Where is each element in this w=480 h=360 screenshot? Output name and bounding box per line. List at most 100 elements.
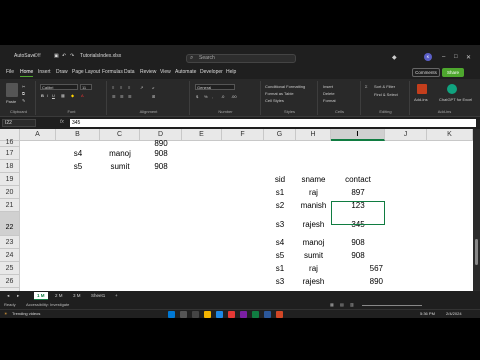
cell[interactable]: s5 [56, 162, 100, 171]
cell[interactable]: s3 [264, 277, 296, 286]
bold-icon[interactable]: B [41, 93, 44, 98]
cell[interactable]: raj [296, 188, 331, 197]
cell[interactable]: sumit [296, 251, 331, 260]
tab-help[interactable]: Help [226, 69, 236, 75]
sheet-nav-prev-icon[interactable]: ◂ [4, 292, 12, 300]
teams-icon[interactable] [240, 311, 247, 318]
chatgpt-button[interactable]: ChatGPT for Excel [439, 97, 472, 102]
cell[interactable]: manoj [100, 149, 140, 158]
page-layout-icon[interactable]: ▤ [340, 301, 344, 309]
name-box[interactable]: I22 [2, 119, 36, 127]
tab-data[interactable]: Data [124, 69, 135, 75]
weather-icon[interactable]: ☀ [4, 311, 8, 316]
row-header[interactable]: 23 [0, 236, 20, 249]
sort-filter-button[interactable]: Sort & Filter [374, 84, 395, 89]
excel-icon[interactable] [252, 311, 259, 318]
cell[interactable]: 908 [140, 162, 182, 171]
col-header[interactable]: H [296, 129, 331, 141]
font-color-icon[interactable]: A [81, 93, 84, 98]
tab-view[interactable]: View [160, 69, 171, 75]
cell[interactable]: rajesh [296, 220, 331, 229]
tab-review[interactable]: Review [140, 69, 156, 75]
format-button[interactable]: Format [323, 98, 336, 103]
tab-insert[interactable]: Insert [38, 69, 51, 75]
page-break-icon[interactable]: ▥ [350, 301, 354, 309]
cell[interactable]: 908 [331, 238, 385, 247]
cell[interactable]: s4 [264, 238, 296, 247]
row-header[interactable]: 17 [0, 147, 20, 160]
worksheet-grid[interactable]: A B C D E F G H I J K 16 17 18 19 20 21 … [0, 129, 473, 291]
addins-icon[interactable] [417, 84, 427, 94]
comments-button[interactable]: Comments [412, 68, 440, 77]
col-header[interactable]: K [427, 129, 473, 141]
cell[interactable]: 890 [331, 277, 383, 286]
tab-automate[interactable]: Automate [175, 69, 196, 75]
row-header[interactable]: 25 [0, 262, 20, 275]
align-top-icon[interactable]: ≡ [112, 85, 114, 90]
row-header[interactable]: 19 [0, 173, 20, 186]
tab-developer[interactable]: Developer [200, 69, 223, 75]
align-bottom-icon[interactable]: ≡ [128, 85, 130, 90]
share-button[interactable]: Share [442, 68, 464, 77]
sheet-tab-1m[interactable]: 1 M [34, 292, 48, 300]
number-format-select[interactable]: General [195, 84, 235, 90]
cell[interactable]: sname [296, 175, 331, 184]
clock-date[interactable]: 2/4/2024 [446, 311, 462, 316]
merge-icon[interactable]: ⊞ [152, 94, 155, 99]
underline-icon[interactable]: U [52, 93, 55, 98]
close-icon[interactable]: ✕ [466, 54, 471, 61]
find-select-button[interactable]: Find & Select [374, 92, 398, 97]
tab-page-layout[interactable]: Page Layout [72, 69, 100, 75]
paste-icon[interactable] [6, 83, 18, 97]
cell[interactable]: s5 [264, 251, 296, 260]
align-left-icon[interactable]: ☰ [112, 94, 116, 99]
tab-formulas[interactable]: Formulas [102, 69, 123, 75]
format-painter-icon[interactable]: ✎ [22, 98, 25, 103]
comma-icon[interactable]: , [212, 94, 213, 99]
add-sheet-button[interactable]: + [112, 292, 121, 300]
start-icon[interactable] [168, 311, 175, 318]
search-box[interactable]: ⌕ Search [186, 54, 296, 63]
col-header[interactable]: A [20, 129, 56, 141]
cell[interactable]: manish [296, 201, 331, 210]
taskbar-search-icon[interactable] [180, 311, 187, 318]
row-header[interactable]: 24 [0, 249, 20, 262]
align-right-icon[interactable]: ☰ [128, 94, 132, 99]
tab-home[interactable]: Home [20, 69, 34, 77]
cell[interactable]: contact [331, 175, 385, 184]
col-header[interactable]: B [56, 129, 100, 141]
col-header[interactable]: C [100, 129, 140, 141]
chrome-icon[interactable] [228, 311, 235, 318]
cell[interactable]: 890 [140, 139, 182, 148]
copy-icon[interactable]: ⧉ [22, 91, 25, 96]
row-header[interactable]: 20 [0, 186, 20, 199]
col-header[interactable]: E [182, 129, 222, 141]
cell[interactable]: sumit [100, 162, 140, 171]
scrollbar-thumb[interactable] [475, 239, 478, 265]
file-explorer-icon[interactable] [204, 311, 211, 318]
undo-icon[interactable]: ↶ [62, 53, 66, 59]
avatar[interactable]: K [424, 53, 432, 61]
maximize-icon[interactable]: □ [454, 54, 458, 60]
autosave-toggle[interactable]: Off [34, 53, 41, 59]
task-view-icon[interactable] [192, 311, 199, 318]
cell-styles-button[interactable]: Cell Styles [265, 98, 284, 103]
row-header-selected[interactable]: 22 [0, 212, 20, 236]
sheet-tab-sheet1[interactable]: Sheet1 [88, 292, 108, 300]
cut-icon[interactable]: ✂ [22, 84, 25, 89]
copilot-icon[interactable]: ◆ [392, 54, 397, 61]
tab-draw[interactable]: Draw [56, 69, 68, 75]
sheet-nav-next-icon[interactable]: ▸ [14, 292, 22, 300]
row-header[interactable]: 26 [0, 275, 20, 288]
cell[interactable]: sid [264, 175, 296, 184]
addins-button[interactable]: Add-ins [414, 97, 428, 102]
col-header[interactable]: G [264, 129, 296, 141]
edge-icon[interactable] [216, 311, 223, 318]
conditional-formatting-button[interactable]: Conditional Formatting [265, 84, 305, 89]
zoom-slider[interactable] [362, 305, 422, 306]
insert-button[interactable]: Insert [323, 84, 333, 89]
increase-decimal-icon[interactable]: .0 [221, 94, 224, 99]
tab-file[interactable]: File [6, 69, 14, 75]
wrap-text-icon[interactable]: ⤶ [152, 85, 154, 90]
vertical-scrollbar[interactable] [473, 129, 480, 291]
